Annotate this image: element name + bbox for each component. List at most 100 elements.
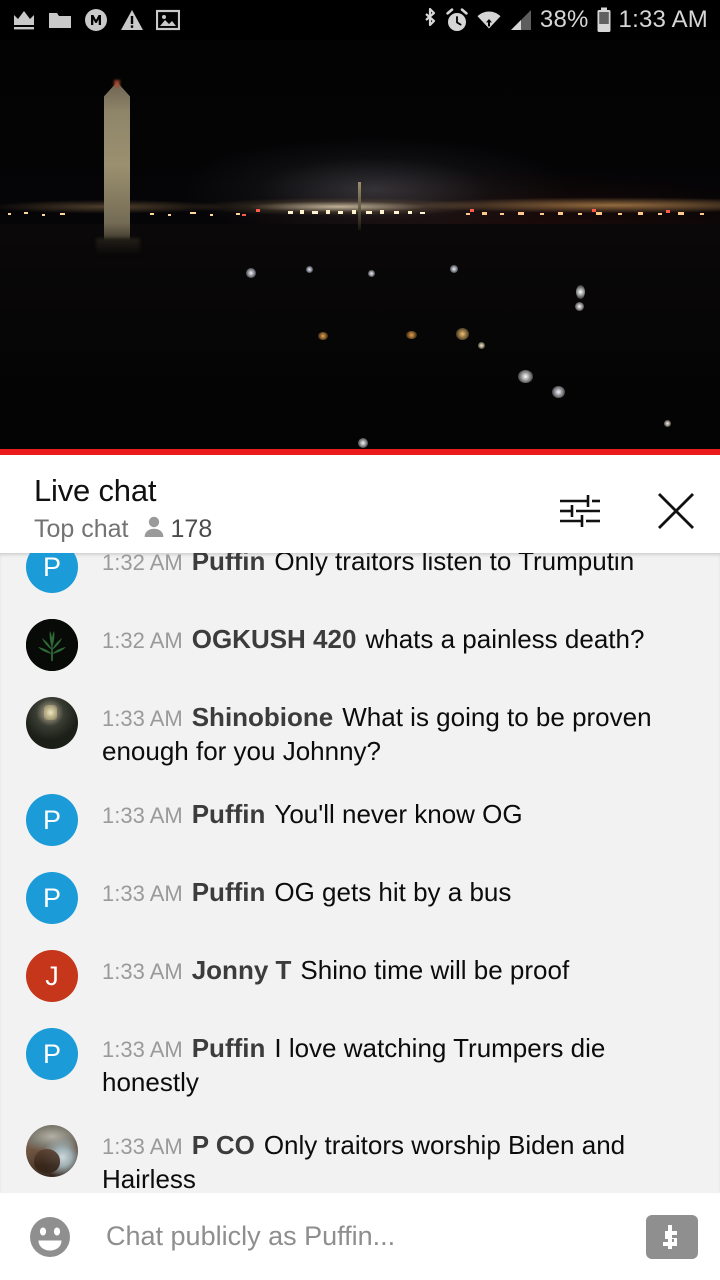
chat-message-body: 1:33 AM Puffin You'll never know OG [102, 792, 523, 832]
foreground-ground [0, 224, 720, 455]
chat-message[interactable]: J 1:33 AM Jonny T Shino time will be proof [0, 936, 720, 1014]
light-dot [306, 266, 313, 273]
message-author[interactable]: Shinobione [192, 702, 334, 732]
message-author[interactable]: Puffin [192, 1033, 266, 1063]
message-text: Shino time will be proof [300, 955, 570, 985]
chat-header-subtitle-row: Top chat 178 [34, 515, 212, 544]
message-text: Only traitors listen to Trumputin [274, 553, 635, 576]
message-text: What is going to be proven enough for yo… [102, 702, 652, 766]
chat-message-body: 1:32 AM Puffin Only traitors listen to Tru… [102, 553, 634, 579]
battery-percent-label: 38% [539, 6, 589, 33]
chat-message-body: 1:33 AM Puffin I love watching Trumpers di… [102, 1026, 698, 1099]
light-dot [318, 332, 328, 340]
live-chat-header: Live chat Top chat 178 [0, 455, 720, 553]
chat-message[interactable]: P 1:33 AM Puffin OG gets hit by a bus [0, 858, 720, 936]
avatar[interactable]: P [26, 553, 78, 593]
wifi-icon [476, 8, 502, 32]
chat-message[interactable]: 1:33 AM P CO Only traitors worship Biden a… [0, 1111, 720, 1193]
light-dot [406, 331, 417, 339]
battery-icon [596, 7, 612, 33]
light-dot [576, 285, 585, 299]
avatar[interactable]: P [26, 872, 78, 924]
light-dot [368, 270, 375, 277]
message-author[interactable]: P CO [192, 1130, 255, 1160]
m-circle-icon [84, 8, 108, 32]
avatar-initial: J [45, 961, 59, 991]
message-author[interactable]: Puffin [192, 877, 266, 907]
live-video-player[interactable] [0, 40, 720, 455]
message-author[interactable]: Puffin [192, 799, 266, 829]
message-text: You'll never know OG [274, 799, 523, 829]
monument-base-trees [96, 238, 140, 254]
chat-input-bar [0, 1193, 720, 1280]
emoji-smiley-icon[interactable] [26, 1213, 74, 1261]
chat-message[interactable]: 1:33 AM Shinobione What is going to be pro… [0, 683, 720, 780]
light-dot [552, 386, 565, 398]
chat-settings-icon[interactable] [558, 490, 602, 532]
message-author[interactable]: Jonny T [192, 955, 292, 985]
city-skyline [0, 200, 720, 230]
message-timestamp: 1:33 AM [102, 881, 183, 906]
avatar-initial: P [42, 805, 61, 835]
bluetooth-icon [422, 7, 438, 33]
light-dot [358, 438, 368, 448]
monument-tip-light [114, 80, 120, 87]
avatar[interactable]: P [26, 794, 78, 846]
chat-message-body: 1:33 AM P CO Only traitors worship Biden a… [102, 1123, 698, 1193]
cannabis-leaf-icon [26, 619, 78, 671]
avatar-initial: P [42, 553, 61, 582]
skyline-lights [8, 209, 704, 216]
page-title: Live chat [34, 473, 157, 508]
status-bar: 38% 1:33 AM [0, 0, 720, 40]
alarm-icon [445, 7, 469, 33]
chat-message-body: 1:33 AM Shinobione What is going to be pro… [102, 695, 698, 768]
person-icon [143, 515, 165, 544]
message-text: whats a painless death? [365, 624, 645, 654]
light-dot [518, 370, 533, 383]
cell-signal-icon [509, 8, 533, 32]
message-author[interactable]: Puffin [192, 553, 266, 576]
message-timestamp: 1:33 AM [102, 803, 183, 828]
message-timestamp: 1:33 AM [102, 959, 183, 984]
light-dot [664, 420, 671, 427]
message-timestamp: 1:32 AM [102, 553, 183, 575]
light-dot [450, 265, 458, 273]
close-icon[interactable] [654, 489, 698, 533]
status-bar-clock: 1:33 AM [618, 6, 708, 33]
crown-icon [12, 9, 36, 31]
message-author[interactable]: OGKUSH 420 [192, 624, 357, 654]
chat-message-body: 1:32 AM OGKUSH 420 whats a painless death? [102, 617, 644, 657]
status-bar-right-icons: 38% 1:33 AM [422, 6, 708, 34]
image-icon [156, 9, 180, 31]
dollar-icon[interactable] [646, 1214, 698, 1259]
light-dot [478, 342, 485, 349]
message-timestamp: 1:33 AM [102, 1037, 183, 1062]
avatar-initial: P [42, 1039, 61, 1069]
chat-header-actions [558, 473, 698, 533]
avatar[interactable] [26, 697, 78, 749]
chat-input[interactable] [106, 1221, 646, 1252]
status-bar-left-icons [12, 8, 180, 32]
warning-triangle-icon [120, 9, 144, 31]
message-text: OG gets hit by a bus [274, 877, 512, 907]
chat-message-body: 1:33 AM Puffin OG gets hit by a bus [102, 870, 511, 910]
chat-message-body: 1:33 AM Jonny T Shino time will be proof [102, 948, 569, 988]
chat-message-list[interactable]: P 1:32 AM Puffin Only traitors listen to T… [0, 553, 720, 1193]
chat-message[interactable]: 1:32 AM OGKUSH 420 whats a painless death? [0, 605, 720, 683]
message-timestamp: 1:33 AM [102, 706, 183, 731]
avatar[interactable]: P [26, 1028, 78, 1080]
chat-header-titles: Live chat Top chat 178 [34, 473, 212, 544]
chat-mode-label[interactable]: Top chat [34, 515, 129, 544]
avatar-initial: P [42, 883, 61, 913]
chat-message[interactable]: P 1:32 AM Puffin Only traitors listen to T… [0, 553, 720, 605]
message-timestamp: 1:32 AM [102, 628, 183, 653]
light-dot [246, 268, 256, 278]
chat-message[interactable]: P 1:33 AM Puffin You'll never know OG [0, 780, 720, 858]
viewer-count-label: 178 [170, 515, 213, 543]
avatar[interactable] [26, 619, 78, 671]
folder-icon [48, 10, 72, 30]
light-dot [456, 328, 469, 340]
chat-message[interactable]: P 1:33 AM Puffin I love watching Trumpers … [0, 1014, 720, 1111]
avatar[interactable] [26, 1125, 78, 1177]
avatar[interactable]: J [26, 950, 78, 1002]
